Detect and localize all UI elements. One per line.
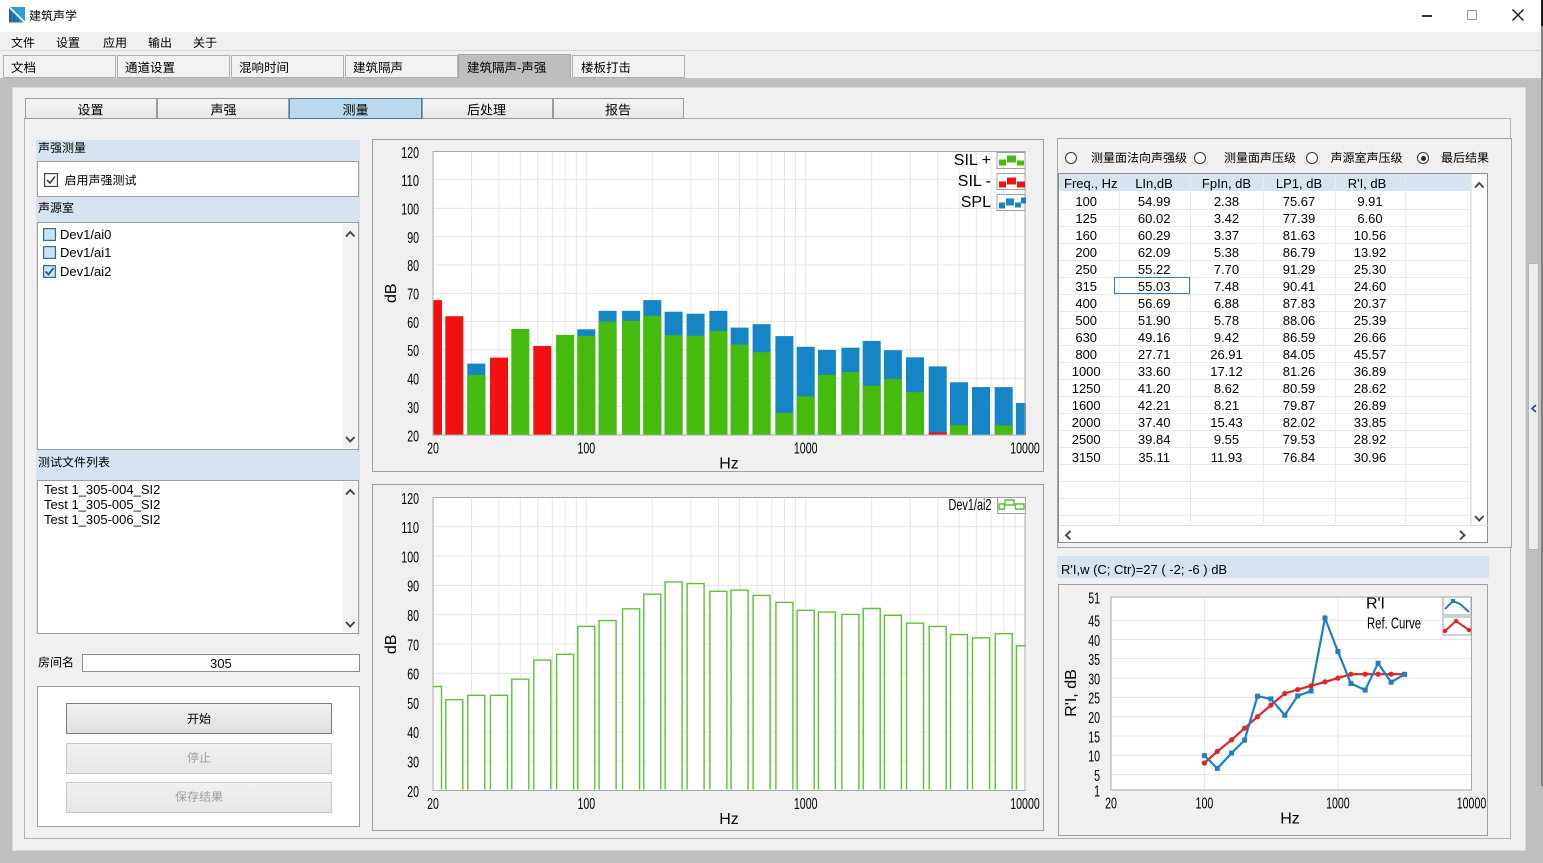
svg-text:100: 100 (401, 202, 419, 219)
svg-text:SIL +: SIL + (954, 152, 991, 169)
svg-text:20: 20 (427, 441, 439, 458)
svg-text:30: 30 (407, 755, 419, 772)
svg-text:70: 70 (407, 637, 419, 654)
svg-text:25: 25 (1088, 691, 1100, 708)
svg-text:90: 90 (407, 230, 419, 247)
svg-text:20: 20 (1088, 710, 1100, 727)
svg-text:100: 100 (401, 549, 419, 566)
svg-text:50: 50 (407, 343, 419, 360)
svg-text:Hz: Hz (719, 456, 739, 472)
svg-text:120: 120 (401, 491, 419, 508)
svg-text:40: 40 (407, 725, 419, 742)
svg-text:1000: 1000 (794, 796, 818, 813)
svg-text:1: 1 (1094, 783, 1100, 800)
svg-text:1000: 1000 (1326, 796, 1350, 813)
svg-text:40: 40 (1088, 633, 1100, 650)
svg-text:R'I, dB: R'I, dB (1063, 669, 1080, 717)
svg-text:15: 15 (1088, 729, 1100, 746)
svg-text:90: 90 (407, 579, 419, 596)
svg-text:Dev1/ai2: Dev1/ai2 (949, 497, 992, 514)
svg-text:100: 100 (577, 796, 595, 813)
svg-text:Ref. Curve: Ref. Curve (1367, 616, 1421, 633)
svg-text:Hz: Hz (719, 811, 739, 828)
svg-text:120: 120 (401, 145, 419, 162)
svg-text:10000: 10000 (1010, 441, 1040, 458)
svg-text:Hz: Hz (1280, 810, 1300, 827)
svg-text:10: 10 (1088, 749, 1100, 766)
svg-text:60: 60 (407, 315, 419, 332)
svg-text:80: 80 (407, 608, 419, 625)
svg-text:60: 60 (407, 667, 419, 684)
svg-text:20: 20 (407, 428, 419, 445)
svg-text:dB: dB (383, 283, 400, 303)
svg-text:1000: 1000 (794, 441, 818, 458)
svg-text:20: 20 (427, 796, 439, 813)
svg-text:R'I: R'I (1366, 596, 1385, 613)
svg-text:45: 45 (1088, 614, 1100, 631)
svg-text:40: 40 (407, 372, 419, 389)
svg-text:51: 51 (1088, 590, 1100, 607)
svg-text:20: 20 (1105, 796, 1117, 813)
svg-text:70: 70 (407, 287, 419, 304)
svg-text:110: 110 (401, 520, 419, 537)
svg-text:110: 110 (401, 173, 419, 190)
svg-text:35: 35 (1088, 652, 1100, 669)
svg-text:10000: 10000 (1010, 796, 1040, 813)
svg-text:100: 100 (577, 441, 595, 458)
svg-text:5: 5 (1094, 768, 1100, 785)
svg-text:10000: 10000 (1457, 796, 1487, 813)
svg-text:100: 100 (1196, 796, 1214, 813)
svg-text:SIL -: SIL - (958, 173, 991, 190)
svg-text:30: 30 (407, 400, 419, 417)
svg-text:50: 50 (407, 696, 419, 713)
svg-text:dB: dB (383, 635, 400, 655)
svg-text:30: 30 (1088, 671, 1100, 688)
svg-text:SPL: SPL (961, 194, 991, 211)
svg-text:20: 20 (407, 784, 419, 801)
svg-text:80: 80 (407, 258, 419, 275)
